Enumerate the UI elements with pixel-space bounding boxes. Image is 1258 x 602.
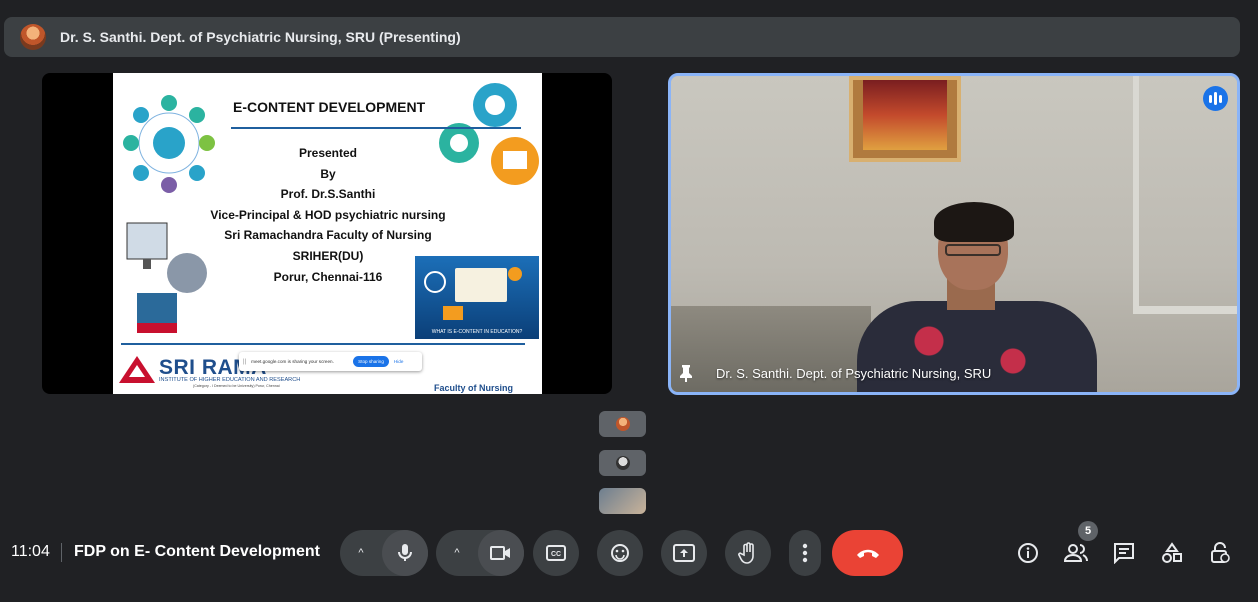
slide-line: Presented bbox=[298, 146, 358, 160]
econtent-illustration: WHAT IS E-CONTENT IN EDUCATION? bbox=[415, 256, 539, 339]
presenter-bar-label: Dr. S. Santhi. Dept. of Psychiatric Nurs… bbox=[60, 29, 461, 45]
slide-title: E-CONTENT DEVELOPMENT bbox=[233, 99, 426, 115]
mic-button[interactable] bbox=[382, 530, 428, 576]
classroom-illustration bbox=[424, 267, 522, 320]
presentation-slide: E-CONTENT DEVELOPMENT Presented By Prof.… bbox=[113, 73, 542, 394]
institution-category: (Category - I Deemed to be University) P… bbox=[193, 384, 280, 388]
meeting-clock: 11:04 bbox=[11, 543, 50, 560]
slide-line: Vice-Principal & HOD psychiatric nursing bbox=[210, 207, 446, 222]
info-icon bbox=[1018, 543, 1038, 563]
host-controls-button[interactable] bbox=[1208, 541, 1232, 565]
meeting-title: FDP on E- Content Development bbox=[74, 543, 320, 560]
camera-control-group: ^ bbox=[436, 530, 524, 576]
svg-text:CC: CC bbox=[551, 551, 561, 558]
slide-line: Prof. Dr.S.Santhi bbox=[280, 187, 376, 202]
mic-control-group: ^ bbox=[340, 530, 428, 576]
title-divider bbox=[231, 127, 521, 129]
institution-logo bbox=[119, 356, 155, 383]
presenter-avatar bbox=[20, 24, 46, 50]
participant-thumbnail[interactable] bbox=[599, 411, 646, 437]
captions-button[interactable]: CC bbox=[533, 530, 579, 576]
leave-call-button[interactable] bbox=[832, 530, 903, 576]
present-now-button[interactable] bbox=[661, 530, 707, 576]
pin-icon[interactable] bbox=[678, 364, 694, 387]
camera-icon bbox=[490, 546, 510, 560]
captions-icon: CC bbox=[546, 545, 566, 561]
people-count-badge: 5 bbox=[1078, 521, 1098, 541]
wall-picture-frame bbox=[849, 76, 961, 162]
avatar bbox=[615, 417, 630, 431]
camera-button[interactable] bbox=[478, 530, 524, 576]
participant-thumbnail[interactable] bbox=[599, 488, 646, 514]
participant-thumbnail[interactable] bbox=[599, 450, 646, 476]
hide-banner-button[interactable]: Hide bbox=[394, 359, 403, 364]
raise-hand-button[interactable] bbox=[725, 530, 771, 576]
meeting-details-button[interactable] bbox=[1016, 541, 1040, 565]
avatar bbox=[615, 456, 630, 470]
host-controls-icon bbox=[1211, 542, 1230, 563]
econtent-caption: WHAT IS E-CONTENT IN EDUCATION? bbox=[431, 329, 523, 335]
presenter-bar: Dr. S. Santhi. Dept. of Psychiatric Nurs… bbox=[4, 17, 1240, 57]
slide-line: By bbox=[320, 166, 336, 181]
people-icon bbox=[1064, 544, 1088, 562]
stop-sharing-button[interactable]: Stop sharing bbox=[353, 356, 389, 367]
emoji-button[interactable] bbox=[597, 530, 643, 576]
chat-icon bbox=[1114, 543, 1134, 564]
speaking-indicator-icon bbox=[1203, 86, 1228, 111]
more-options-icon bbox=[802, 543, 808, 563]
slide-line: Sri Ramachandra Faculty of Nursing bbox=[224, 228, 432, 243]
video-options-chevron-icon[interactable]: ^ bbox=[436, 547, 478, 559]
chat-button[interactable] bbox=[1112, 541, 1136, 565]
share-notice-text: meet.google.com is sharing your screen. bbox=[251, 359, 334, 364]
raise-hand-icon bbox=[738, 542, 754, 564]
audio-options-chevron-icon[interactable]: ^ bbox=[340, 547, 382, 559]
screen-share-banner: || meet.google.com is sharing your scree… bbox=[239, 352, 422, 371]
participant-video-tile[interactable] bbox=[668, 73, 1240, 395]
people-button[interactable] bbox=[1064, 541, 1088, 565]
present-icon bbox=[673, 544, 695, 562]
institution-subtitle: INSTITUTE OF HIGHER EDUCATION AND RESEAR… bbox=[159, 377, 301, 383]
mic-icon bbox=[398, 544, 412, 561]
end-call-icon bbox=[856, 549, 879, 558]
activities-icon bbox=[1162, 542, 1182, 563]
drag-handle[interactable]: || bbox=[243, 359, 246, 365]
divider bbox=[61, 543, 62, 562]
emoji-icon bbox=[611, 544, 629, 562]
more-options-button[interactable] bbox=[789, 530, 821, 576]
faculty-label: Faculty of Nursing bbox=[434, 383, 514, 393]
screen-share-tile[interactable]: E-CONTENT DEVELOPMENT Presented By Prof.… bbox=[42, 73, 612, 394]
activities-button[interactable] bbox=[1160, 541, 1184, 565]
participant-name: Dr. S. Santhi. Dept. of Psychiatric Nurs… bbox=[716, 366, 992, 381]
footer-divider bbox=[121, 343, 525, 345]
